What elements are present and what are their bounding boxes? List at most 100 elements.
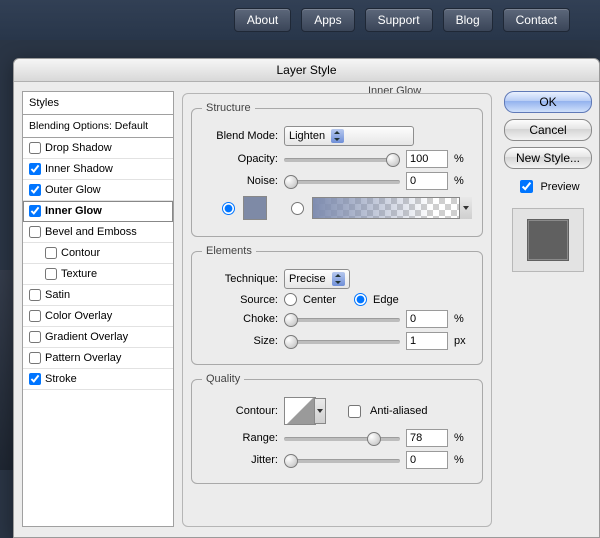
dialog-buttons: OK Cancel New Style... Preview	[503, 91, 593, 272]
nav-about[interactable]: About	[234, 8, 291, 32]
jitter-slider[interactable]	[284, 453, 400, 467]
choke-slider[interactable]	[284, 312, 400, 326]
style-item-inner-glow[interactable]: Inner Glow	[23, 201, 173, 222]
choke-input[interactable]	[406, 310, 448, 328]
opacity-input[interactable]	[406, 150, 448, 168]
blend-mode-select[interactable]: Lighten	[284, 126, 414, 146]
style-item-drop-shadow[interactable]: Drop Shadow	[23, 138, 173, 159]
technique-value: Precise	[289, 273, 326, 285]
blend-mode-label: Blend Mode:	[202, 130, 278, 142]
opacity-unit: %	[454, 153, 472, 165]
style-checkbox[interactable]	[29, 352, 41, 364]
preview-swatch	[527, 219, 569, 261]
effect-settings: Inner Glow Structure Blend Mode: Lighten…	[182, 87, 492, 527]
opacity-slider[interactable]	[284, 152, 400, 166]
preview-label: Preview	[540, 181, 579, 193]
style-item-bevel-and-emboss[interactable]: Bevel and Emboss	[23, 222, 173, 243]
nav-contact[interactable]: Contact	[503, 8, 570, 32]
range-unit: %	[454, 432, 472, 444]
blending-options[interactable]: Blending Options: Default	[23, 115, 173, 138]
style-label: Stroke	[45, 373, 77, 385]
style-label: Satin	[45, 289, 70, 301]
style-item-gradient-overlay[interactable]: Gradient Overlay	[23, 327, 173, 348]
source-edge-radio[interactable]	[354, 293, 367, 306]
style-item-texture[interactable]: Texture	[23, 264, 173, 285]
style-checkbox[interactable]	[29, 373, 41, 385]
contour-picker[interactable]	[284, 397, 316, 425]
style-label: Texture	[61, 268, 97, 280]
style-item-outer-glow[interactable]: Outer Glow	[23, 180, 173, 201]
ok-button[interactable]: OK	[504, 91, 592, 113]
size-slider[interactable]	[284, 334, 400, 348]
size-unit: px	[454, 335, 472, 347]
quality-group: Quality Contour: Anti-aliased Range: % J…	[191, 373, 483, 484]
style-checkbox[interactable]	[29, 205, 41, 217]
chevron-down-icon[interactable]	[314, 398, 326, 424]
style-checkbox[interactable]	[45, 247, 57, 259]
updown-icon	[331, 129, 344, 143]
style-label: Contour	[61, 247, 100, 259]
jitter-label: Jitter:	[202, 454, 278, 466]
style-item-contour[interactable]: Contour	[23, 243, 173, 264]
style-item-satin[interactable]: Satin	[23, 285, 173, 306]
style-item-pattern-overlay[interactable]: Pattern Overlay	[23, 348, 173, 369]
glow-gradient-picker[interactable]	[312, 197, 472, 219]
size-input[interactable]	[406, 332, 448, 350]
background-art	[0, 270, 13, 470]
nav-support[interactable]: Support	[365, 8, 433, 32]
style-label: Inner Glow	[45, 205, 102, 217]
structure-legend: Structure	[202, 102, 255, 114]
new-style-button[interactable]: New Style...	[504, 147, 592, 169]
choke-unit: %	[454, 313, 472, 325]
preview-box	[512, 208, 584, 272]
glow-color-swatch[interactable]	[243, 196, 267, 220]
chevron-down-icon[interactable]	[459, 197, 472, 219]
updown-icon	[332, 272, 345, 286]
elements-group: Elements Technique: Precise Source: Cent…	[191, 245, 483, 365]
range-input[interactable]	[406, 429, 448, 447]
nav-blog[interactable]: Blog	[443, 8, 493, 32]
style-checkbox[interactable]	[29, 331, 41, 343]
glow-color-gradient-radio[interactable]	[291, 202, 304, 215]
source-center-label: Center	[303, 294, 336, 306]
style-checkbox[interactable]	[29, 289, 41, 301]
noise-input[interactable]	[406, 172, 448, 190]
style-label: Color Overlay	[45, 310, 112, 322]
opacity-label: Opacity:	[202, 153, 278, 165]
glow-color-solid-radio[interactable]	[222, 202, 235, 215]
style-checkbox[interactable]	[29, 226, 41, 238]
quality-legend: Quality	[202, 373, 244, 385]
blend-mode-value: Lighten	[289, 130, 325, 142]
style-label: Gradient Overlay	[45, 331, 128, 343]
style-checkbox[interactable]	[45, 268, 57, 280]
style-item-stroke[interactable]: Stroke	[23, 369, 173, 390]
noise-slider[interactable]	[284, 174, 400, 188]
elements-legend: Elements	[202, 245, 256, 257]
dialog-title: Layer Style	[14, 59, 599, 82]
range-slider[interactable]	[284, 431, 400, 445]
anti-aliased-checkbox[interactable]	[348, 405, 361, 418]
style-label: Inner Shadow	[45, 163, 113, 175]
contour-label: Contour:	[202, 405, 278, 417]
preview-checkbox[interactable]	[520, 180, 533, 193]
style-checkbox[interactable]	[29, 142, 41, 154]
style-item-color-overlay[interactable]: Color Overlay	[23, 306, 173, 327]
styles-header[interactable]: Styles	[23, 92, 173, 115]
source-center-radio[interactable]	[284, 293, 297, 306]
style-label: Outer Glow	[45, 184, 101, 196]
anti-aliased-label: Anti-aliased	[370, 405, 427, 417]
style-item-inner-shadow[interactable]: Inner Shadow	[23, 159, 173, 180]
source-edge-label: Edge	[373, 294, 399, 306]
choke-label: Choke:	[202, 313, 278, 325]
nav-apps[interactable]: Apps	[301, 8, 354, 32]
technique-label: Technique:	[202, 273, 278, 285]
source-label: Source:	[202, 294, 278, 306]
style-label: Drop Shadow	[45, 142, 112, 154]
style-checkbox[interactable]	[29, 184, 41, 196]
site-nav: About Apps Support Blog Contact	[0, 0, 600, 40]
style-checkbox[interactable]	[29, 163, 41, 175]
cancel-button[interactable]: Cancel	[504, 119, 592, 141]
style-checkbox[interactable]	[29, 310, 41, 322]
jitter-input[interactable]	[406, 451, 448, 469]
technique-select[interactable]: Precise	[284, 269, 350, 289]
